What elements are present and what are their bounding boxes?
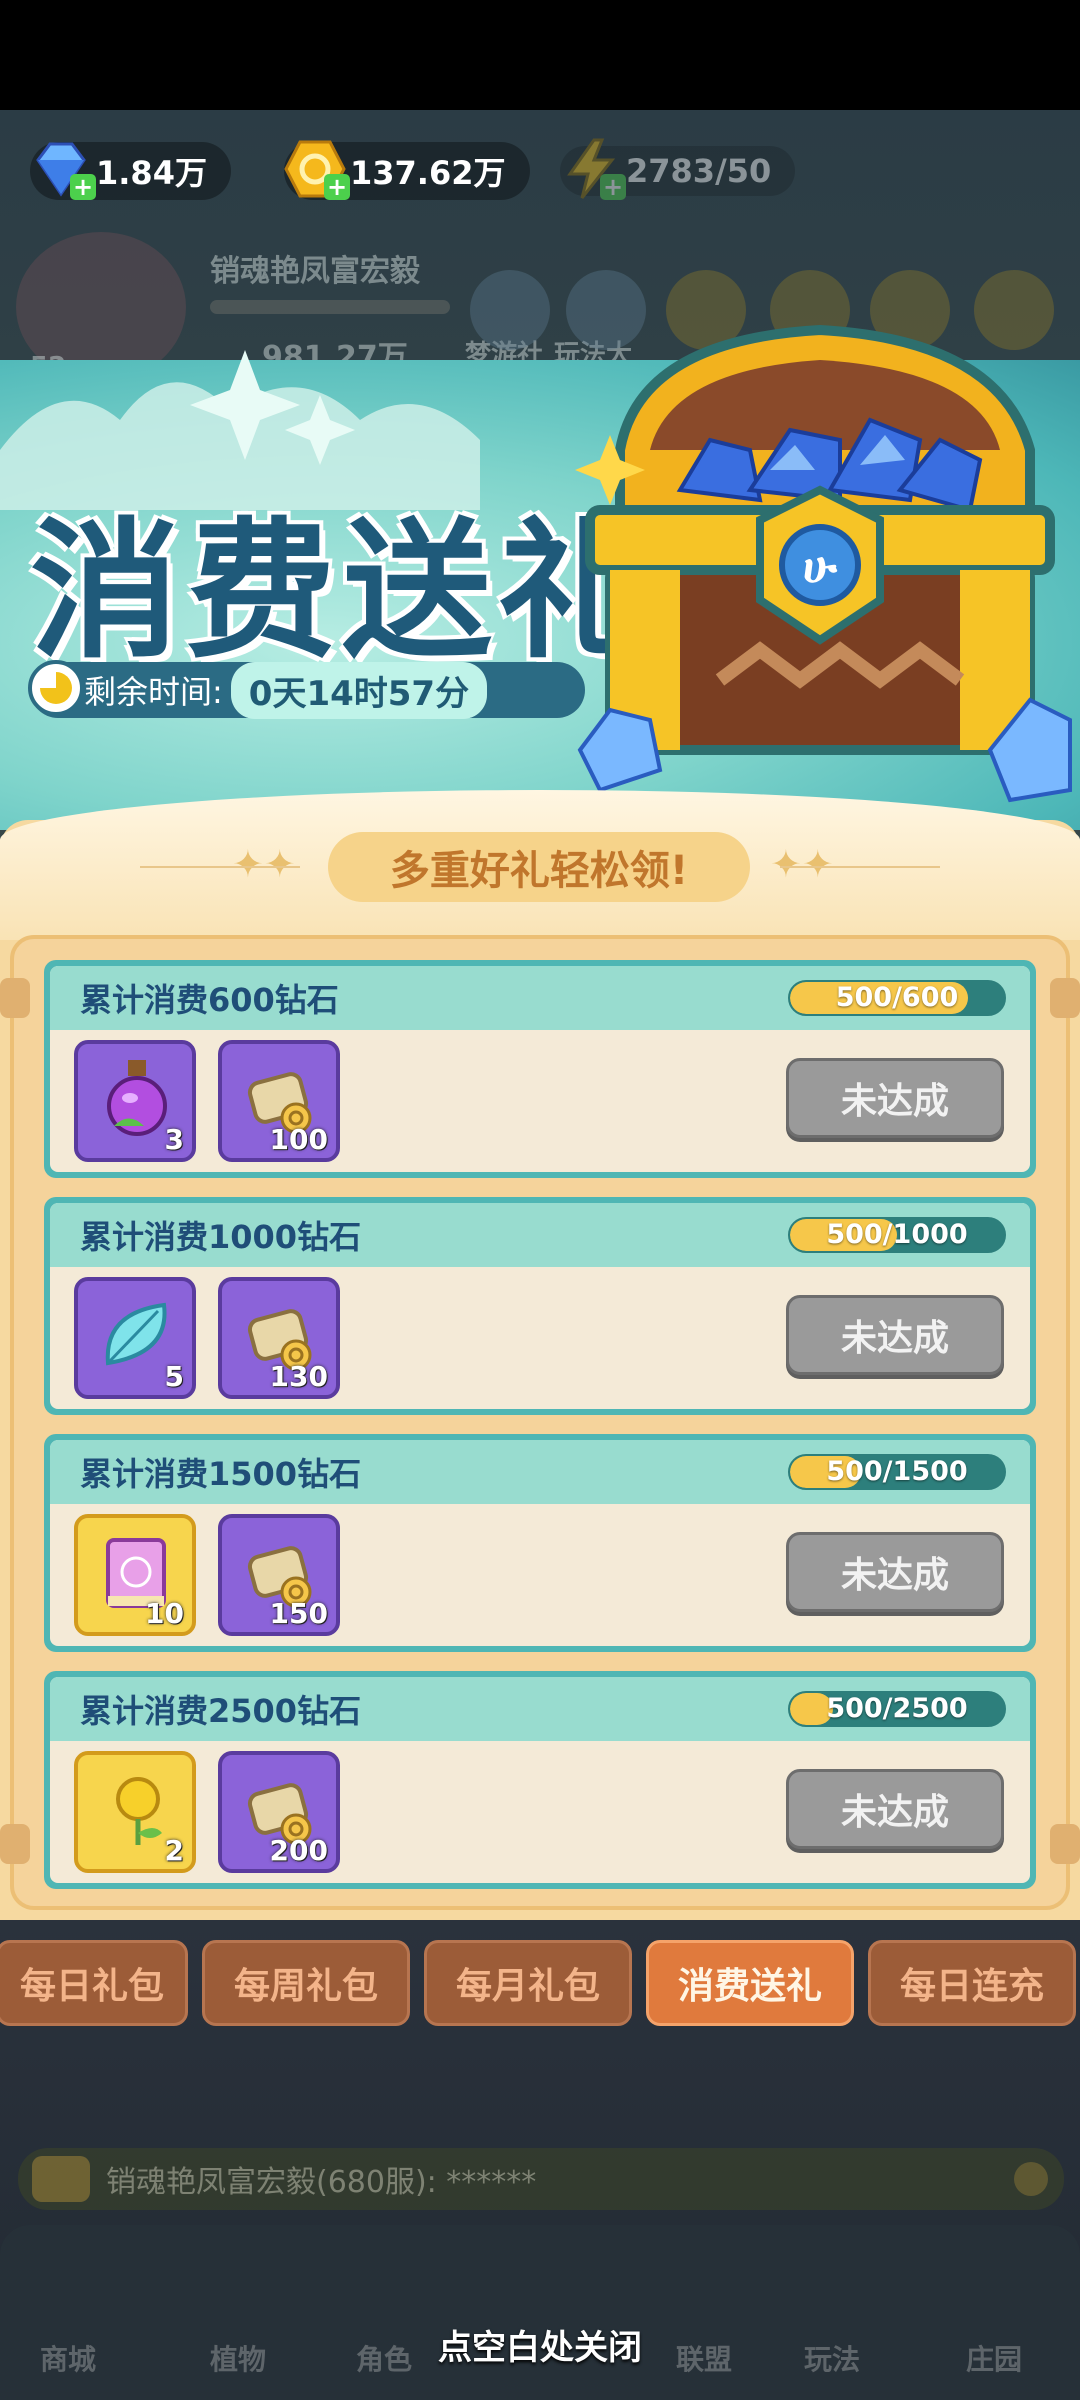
reward-item[interactable]: 200 xyxy=(218,1751,340,1873)
tier-title: 累计消费1000钻石 xyxy=(80,1218,362,1256)
player-exp-bar xyxy=(210,300,450,314)
player-name: 销魂艳凤富宏毅 xyxy=(210,254,420,289)
tab-daily-pack[interactable]: 每日礼包 xyxy=(0,1940,188,2026)
progress-text: 500/1000 xyxy=(826,1219,968,1250)
tier-title: 累计消费600钻石 xyxy=(80,981,339,1019)
chat-arrow-icon xyxy=(1014,2162,1048,2196)
tier-card: 累计消费1000钻石 500/1000 5 130 未达成 xyxy=(44,1197,1036,1415)
tier-title: 累计消费2500钻石 xyxy=(80,1692,362,1730)
close-hint[interactable]: 点空白处关闭 xyxy=(0,2320,1080,2369)
add-energy-icon[interactable]: + xyxy=(600,174,626,200)
tier-card-body: 累计消费1000钻石 500/1000 5 130 未达成 xyxy=(50,1203,1030,1409)
reward-count: 100 xyxy=(269,1123,328,1156)
bottom-nav xyxy=(0,2225,1080,2400)
tier-card: 累计消费2500钻石 500/2500 2 200 未达成 xyxy=(44,1671,1036,1889)
timer-value: 0天14时57分 xyxy=(230,661,488,719)
tab-daily-recharge[interactable]: 每日连充 xyxy=(868,1940,1076,2026)
add-diamonds-icon[interactable]: + xyxy=(70,174,96,200)
reward-item[interactable]: 10 xyxy=(74,1514,196,1636)
tier-card: 累计消费1500钻石 500/1500 10 150 未达成 xyxy=(44,1434,1036,1652)
tier-progress-bar: 500/2500 xyxy=(788,1691,1006,1727)
tab-spend-gift[interactable]: 消费送礼 xyxy=(646,1940,854,2026)
tier-header: 累计消费2500钻石 500/2500 xyxy=(50,1677,1030,1741)
tier-progress-bar: 500/600 xyxy=(788,980,1006,1016)
tab-weekly-pack[interactable]: 每周礼包 xyxy=(202,1940,410,2026)
status-bar xyxy=(0,0,1080,110)
panel-hinge xyxy=(1050,978,1080,1018)
treasure-chest-icon: ሁ xyxy=(575,324,1072,803)
reward-count: 130 xyxy=(269,1360,328,1393)
tier-card: 累计消费600钻石 500/600 3 100 未达成 xyxy=(44,960,1036,1178)
energy-counter[interactable]: + 2783/50 xyxy=(560,138,796,202)
divider-line xyxy=(780,866,940,868)
tier-card-body: 累计消费2500钻石 500/2500 2 200 未达成 xyxy=(50,1677,1030,1883)
diamond-counter[interactable]: + 1.84万 xyxy=(30,140,231,202)
reward-item[interactable]: 3 xyxy=(74,1040,196,1162)
reward-count: 200 xyxy=(269,1834,328,1867)
progress-text: 500/600 xyxy=(835,982,959,1013)
sparkle-icon: ✦✦ xyxy=(770,842,834,886)
claim-button[interactable]: 未达成 xyxy=(786,1769,1004,1849)
reward-item[interactable]: 2 xyxy=(74,1751,196,1873)
tab-monthly-pack[interactable]: 每月礼包 xyxy=(424,1940,632,2026)
claim-button[interactable]: 未达成 xyxy=(786,1058,1004,1138)
reward-item[interactable]: 130 xyxy=(218,1277,340,1399)
panel-subtitle: 多重好礼轻松领! xyxy=(328,832,750,902)
timer-label: 剩余时间: xyxy=(84,673,223,711)
tier-card-body: 累计消费600钻石 500/600 3 100 未达成 xyxy=(50,966,1030,1172)
panel-hinge xyxy=(1050,1824,1080,1864)
add-coins-icon[interactable]: + xyxy=(324,174,350,200)
reward-item[interactable]: 5 xyxy=(74,1277,196,1399)
reward-count: 3 xyxy=(164,1123,184,1156)
reward-item[interactable]: 150 xyxy=(218,1514,340,1636)
clock-icon xyxy=(28,660,84,716)
time-remaining: 剩余时间: 0天14时57分 xyxy=(30,661,585,719)
panel-hinge xyxy=(0,1824,30,1864)
reward-count: 10 xyxy=(145,1597,184,1630)
tab-bar: 每日礼包 每周礼包 每月礼包 消费送礼 每日连充 xyxy=(0,1940,1080,2036)
svg-text:ሁ: ሁ xyxy=(803,539,838,593)
tier-header: 累计消费1500钻石 500/1500 xyxy=(50,1440,1030,1504)
claim-button[interactable]: 未达成 xyxy=(786,1295,1004,1375)
progress-text: 500/1500 xyxy=(826,1456,968,1487)
divider-line xyxy=(140,866,300,868)
tier-card-body: 累计消费1500钻石 500/1500 10 150 未达成 xyxy=(50,1440,1030,1646)
chat-icon xyxy=(32,2156,90,2202)
tier-progress-bar: 500/1500 xyxy=(788,1454,1006,1490)
reward-count: 2 xyxy=(164,1834,184,1867)
sparkle-icon: ✦✦ xyxy=(232,842,296,886)
chat-message: 销魂艳凤富宏毅(680服): ****** xyxy=(106,2165,537,2200)
panel-hinge xyxy=(0,978,30,1018)
reward-item[interactable]: 100 xyxy=(218,1040,340,1162)
tier-progress-bar: 500/1000 xyxy=(788,1217,1006,1253)
tier-header: 累计消费1000钻石 500/1000 xyxy=(50,1203,1030,1267)
reward-count: 150 xyxy=(269,1597,328,1630)
reward-count: 5 xyxy=(164,1360,184,1393)
tier-title: 累计消费1500钻石 xyxy=(80,1455,362,1493)
coin-counter[interactable]: + 137.62万 xyxy=(284,140,530,202)
progress-text: 500/2500 xyxy=(826,1693,968,1724)
tier-header: 累计消费600钻石 500/600 xyxy=(50,966,1030,1030)
chat-bar[interactable]: 销魂艳凤富宏毅(680服): ****** xyxy=(18,2148,1064,2210)
claim-button[interactable]: 未达成 xyxy=(786,1532,1004,1612)
